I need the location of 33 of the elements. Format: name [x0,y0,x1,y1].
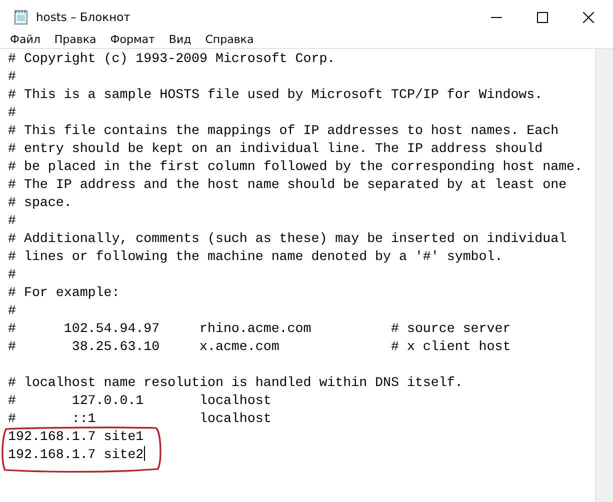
close-icon[interactable] [583,12,594,22]
text-line: # [8,267,16,282]
text-line: # For example: [8,285,120,300]
menu-item[interactable]: Правка [47,32,104,46]
text-line: # ::1 localhost [8,411,272,426]
menu-item[interactable]: Вид [162,32,198,46]
text-line: 192.168.1.7 site2 [8,447,144,462]
text-line: # entry should be kept on an individual line. The IP address should [8,141,543,156]
text-line: # [8,213,16,228]
text-line: # localhost name resolution is handled within DNS itself. [8,375,463,390]
text-line: # lines or following the machine name denoted by a '#' symbol. [8,249,503,264]
text-line: # 127.0.0.1 localhost [8,393,272,408]
text-line: # Additionally, comments (such as these) may be inserted on individual [8,231,567,246]
text-line: 192.168.1.7 site1 [8,429,144,444]
text-line: # [8,303,16,318]
text-line: # 102.54.94.97 rhino.acme.com # source server [8,321,511,336]
text-line: # be placed in the first column followed by the corresponding host name. [8,159,583,174]
text-line: # 38.25.63.10 x.acme.com # x client host [8,339,511,354]
notepad-icon [13,9,29,25]
menu-item[interactable]: Справка [198,32,261,46]
maximize-icon[interactable] [537,12,548,22]
text-line: # This file contains the mappings of IP addresses to host names. Each [8,123,559,138]
text-line: # The IP address and the host name should be separated by at least one [8,177,567,192]
menu-item[interactable]: Файл [3,32,48,46]
menu-item[interactable]: Формат [103,32,162,46]
text-line: # [8,105,16,120]
text-line: # [8,69,16,84]
text-line: # space. [8,195,72,210]
window-title: hosts – Блокнот [36,10,130,24]
text-line: # Copyright (c) 1993-2009 Microsoft Corp. [8,51,336,66]
scrollbar[interactable] [595,49,613,502]
text-cursor [144,446,145,461]
text-line: # This is a sample HOSTS file used by Microsoft TCP/IP for Windows. [8,87,543,102]
